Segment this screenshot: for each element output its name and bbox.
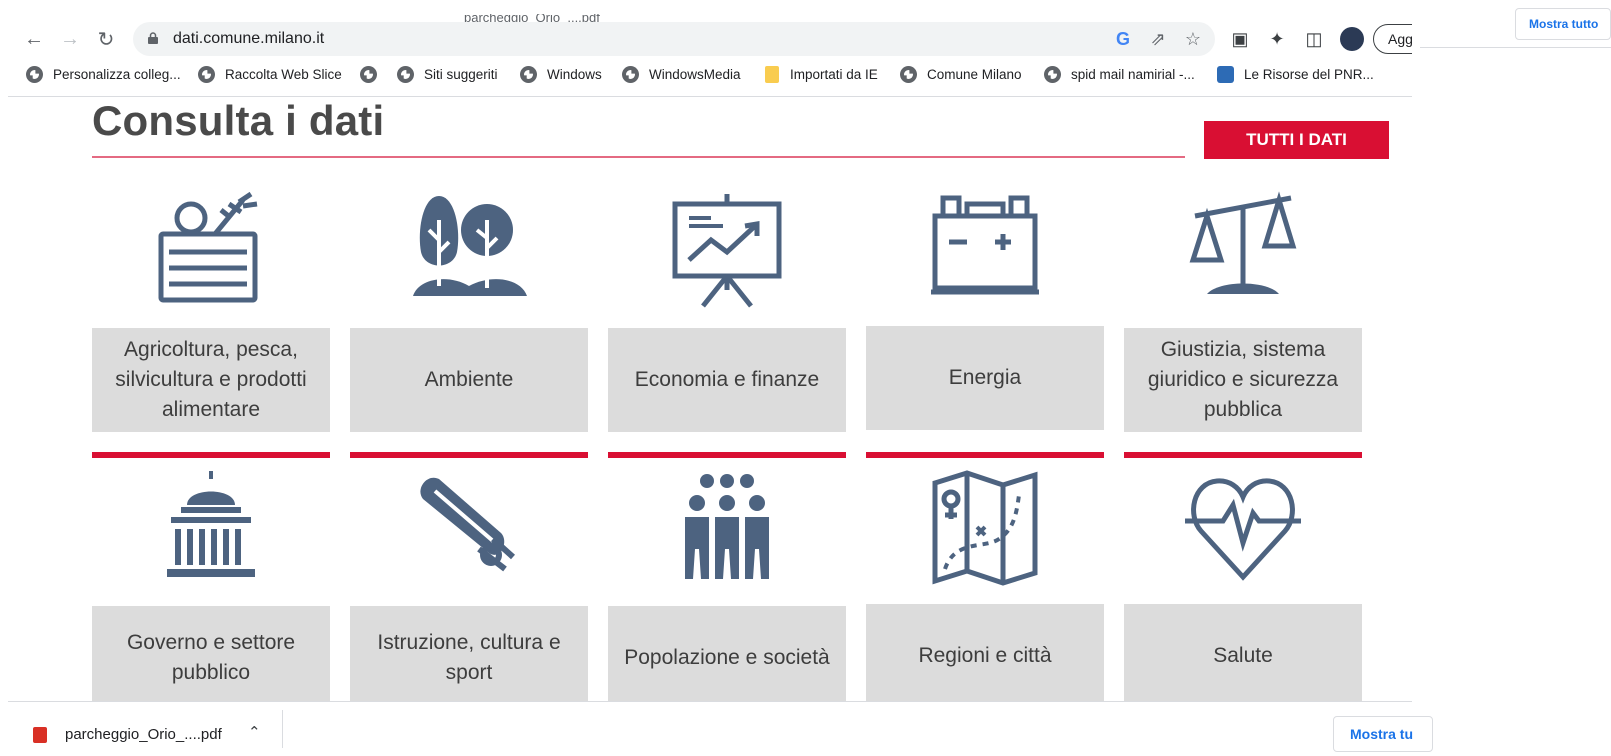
bookmark-item[interactable]: Comune Milano bbox=[900, 66, 1022, 83]
globe-icon bbox=[900, 66, 917, 83]
category-accent-bar bbox=[608, 452, 846, 458]
category-accent-bar bbox=[92, 452, 330, 458]
all-data-button[interactable]: TUTTI I DATI bbox=[1204, 121, 1389, 159]
download-file-name[interactable]: parcheggio_Orio_....pdf bbox=[65, 726, 222, 743]
bookmark-item[interactable]: spid mail namirial -... bbox=[1044, 66, 1195, 83]
category-accent-bar bbox=[1124, 452, 1362, 458]
lock-icon[interactable] bbox=[148, 32, 158, 44]
category-label[interactable]: Governo e settore pubblico bbox=[92, 606, 330, 701]
bookmark-item[interactable]: Windows bbox=[520, 66, 602, 83]
globe-icon bbox=[520, 66, 537, 83]
globe-icon bbox=[622, 66, 639, 83]
forward-arrow-icon[interactable]: → bbox=[58, 27, 82, 51]
show-all-button[interactable]: Mostra tu bbox=[1333, 716, 1433, 752]
download-separator bbox=[282, 710, 283, 748]
share-icon[interactable]: ⇗ bbox=[1147, 28, 1169, 50]
presentation-chart-icon bbox=[672, 194, 782, 308]
globe-icon bbox=[198, 66, 215, 83]
people-group-icon bbox=[685, 474, 769, 579]
page-title: Consulta i dati bbox=[92, 97, 385, 144]
category-label[interactable]: Ambiente bbox=[350, 328, 588, 432]
bookmark-item[interactable]: Raccolta Web Slice bbox=[198, 66, 342, 83]
globe-icon bbox=[360, 66, 377, 83]
tab-ghost-label: parcheggio_Orio_....pdf bbox=[464, 14, 600, 22]
page-content: Consulta i dati TUTTI I DATI Agricoltura… bbox=[8, 97, 1412, 701]
bookmark-label: Windows bbox=[547, 67, 602, 82]
pdf-file-icon bbox=[33, 727, 47, 743]
right-blank-area bbox=[1412, 0, 1611, 755]
bookmark-item[interactable]: Personalizza colleg... bbox=[26, 66, 181, 83]
chevron-up-icon[interactable]: ⌃ bbox=[248, 723, 261, 741]
folder-icon bbox=[765, 66, 779, 83]
bookmark-label: WindowsMedia bbox=[649, 67, 741, 82]
heart-pulse-icon bbox=[1185, 478, 1301, 581]
category-label[interactable]: Salute bbox=[1124, 604, 1362, 701]
category-label[interactable]: Economia e finanze bbox=[608, 328, 846, 432]
bookmark-label: Siti suggeriti bbox=[424, 67, 498, 82]
diploma-scroll-icon bbox=[420, 477, 516, 572]
heading-underline bbox=[92, 156, 1185, 158]
globe-icon bbox=[1044, 66, 1061, 83]
capitol-building-icon bbox=[167, 471, 255, 577]
bookmark-item[interactable]: WindowsMedia bbox=[622, 66, 741, 83]
category-label[interactable]: Regioni e città bbox=[866, 604, 1104, 701]
download-bar: parcheggio_Orio_....pdf ⌃ Mostra tu bbox=[8, 701, 1433, 756]
address-bar[interactable]: dati.comune.milano.it G ⇗ ☆ bbox=[133, 22, 1215, 56]
pnr-icon bbox=[1217, 66, 1234, 83]
map-icon bbox=[932, 470, 1038, 586]
back-arrow-icon[interactable]: ← bbox=[22, 27, 46, 51]
side-panel-icon[interactable]: ◫ bbox=[1302, 27, 1326, 51]
category-label[interactable]: Energia bbox=[866, 326, 1104, 430]
bookmark-label: Le Risorse del PNR... bbox=[1244, 67, 1374, 82]
url-text[interactable]: dati.comune.milano.it bbox=[173, 30, 324, 48]
category-label[interactable]: Popolazione e società bbox=[608, 606, 846, 701]
globe-icon bbox=[397, 66, 414, 83]
extension-app-icon[interactable]: ▣ bbox=[1228, 27, 1252, 51]
bookmark-item[interactable] bbox=[360, 66, 387, 83]
tab-ghost: parcheggio_Orio_....pdf bbox=[436, 14, 646, 22]
produce-crate-icon bbox=[158, 191, 258, 303]
bookmark-label: Raccolta Web Slice bbox=[225, 67, 342, 82]
bookmark-star-icon[interactable]: ☆ bbox=[1182, 28, 1204, 50]
category-label[interactable]: Agricoltura, pesca, silvicultura e prodo… bbox=[92, 328, 330, 432]
bookmark-label: spid mail namirial -... bbox=[1071, 67, 1195, 82]
category-accent-bar bbox=[350, 452, 588, 458]
bookmarks-bar: Personalizza colleg... Raccolta Web Slic… bbox=[0, 62, 1412, 90]
extensions-puzzle-icon[interactable]: ✦ bbox=[1265, 27, 1289, 51]
scales-icon bbox=[1189, 191, 1297, 294]
bookmark-item[interactable]: Le Risorse del PNR... bbox=[1217, 66, 1374, 83]
browser-chrome: ← → ↻ parcheggio_Orio_....pdf dati.comun… bbox=[0, 0, 1433, 97]
bookmark-item[interactable]: Siti suggeriti bbox=[397, 66, 498, 83]
bookmark-label: Comune Milano bbox=[927, 67, 1022, 82]
trees-icon bbox=[413, 196, 527, 296]
bookmark-label: Personalizza colleg... bbox=[53, 67, 181, 82]
globe-icon bbox=[26, 66, 43, 83]
bookmark-item[interactable]: Importati da IE bbox=[765, 66, 878, 83]
battery-icon bbox=[931, 195, 1039, 295]
reload-icon[interactable]: ↻ bbox=[94, 27, 118, 51]
right-divider bbox=[1420, 47, 1611, 48]
profile-avatar[interactable] bbox=[1340, 27, 1364, 51]
bookmark-label: Importati da IE bbox=[790, 67, 878, 82]
show-all-top-button[interactable]: Mostra tutto bbox=[1515, 8, 1611, 40]
google-translate-icon[interactable]: G bbox=[1112, 28, 1134, 50]
category-label[interactable]: Istruzione, cultura e sport bbox=[350, 606, 588, 701]
category-accent-bar bbox=[866, 452, 1104, 458]
category-label[interactable]: Giustizia, sistema giuridico e sicurezza… bbox=[1124, 328, 1362, 432]
